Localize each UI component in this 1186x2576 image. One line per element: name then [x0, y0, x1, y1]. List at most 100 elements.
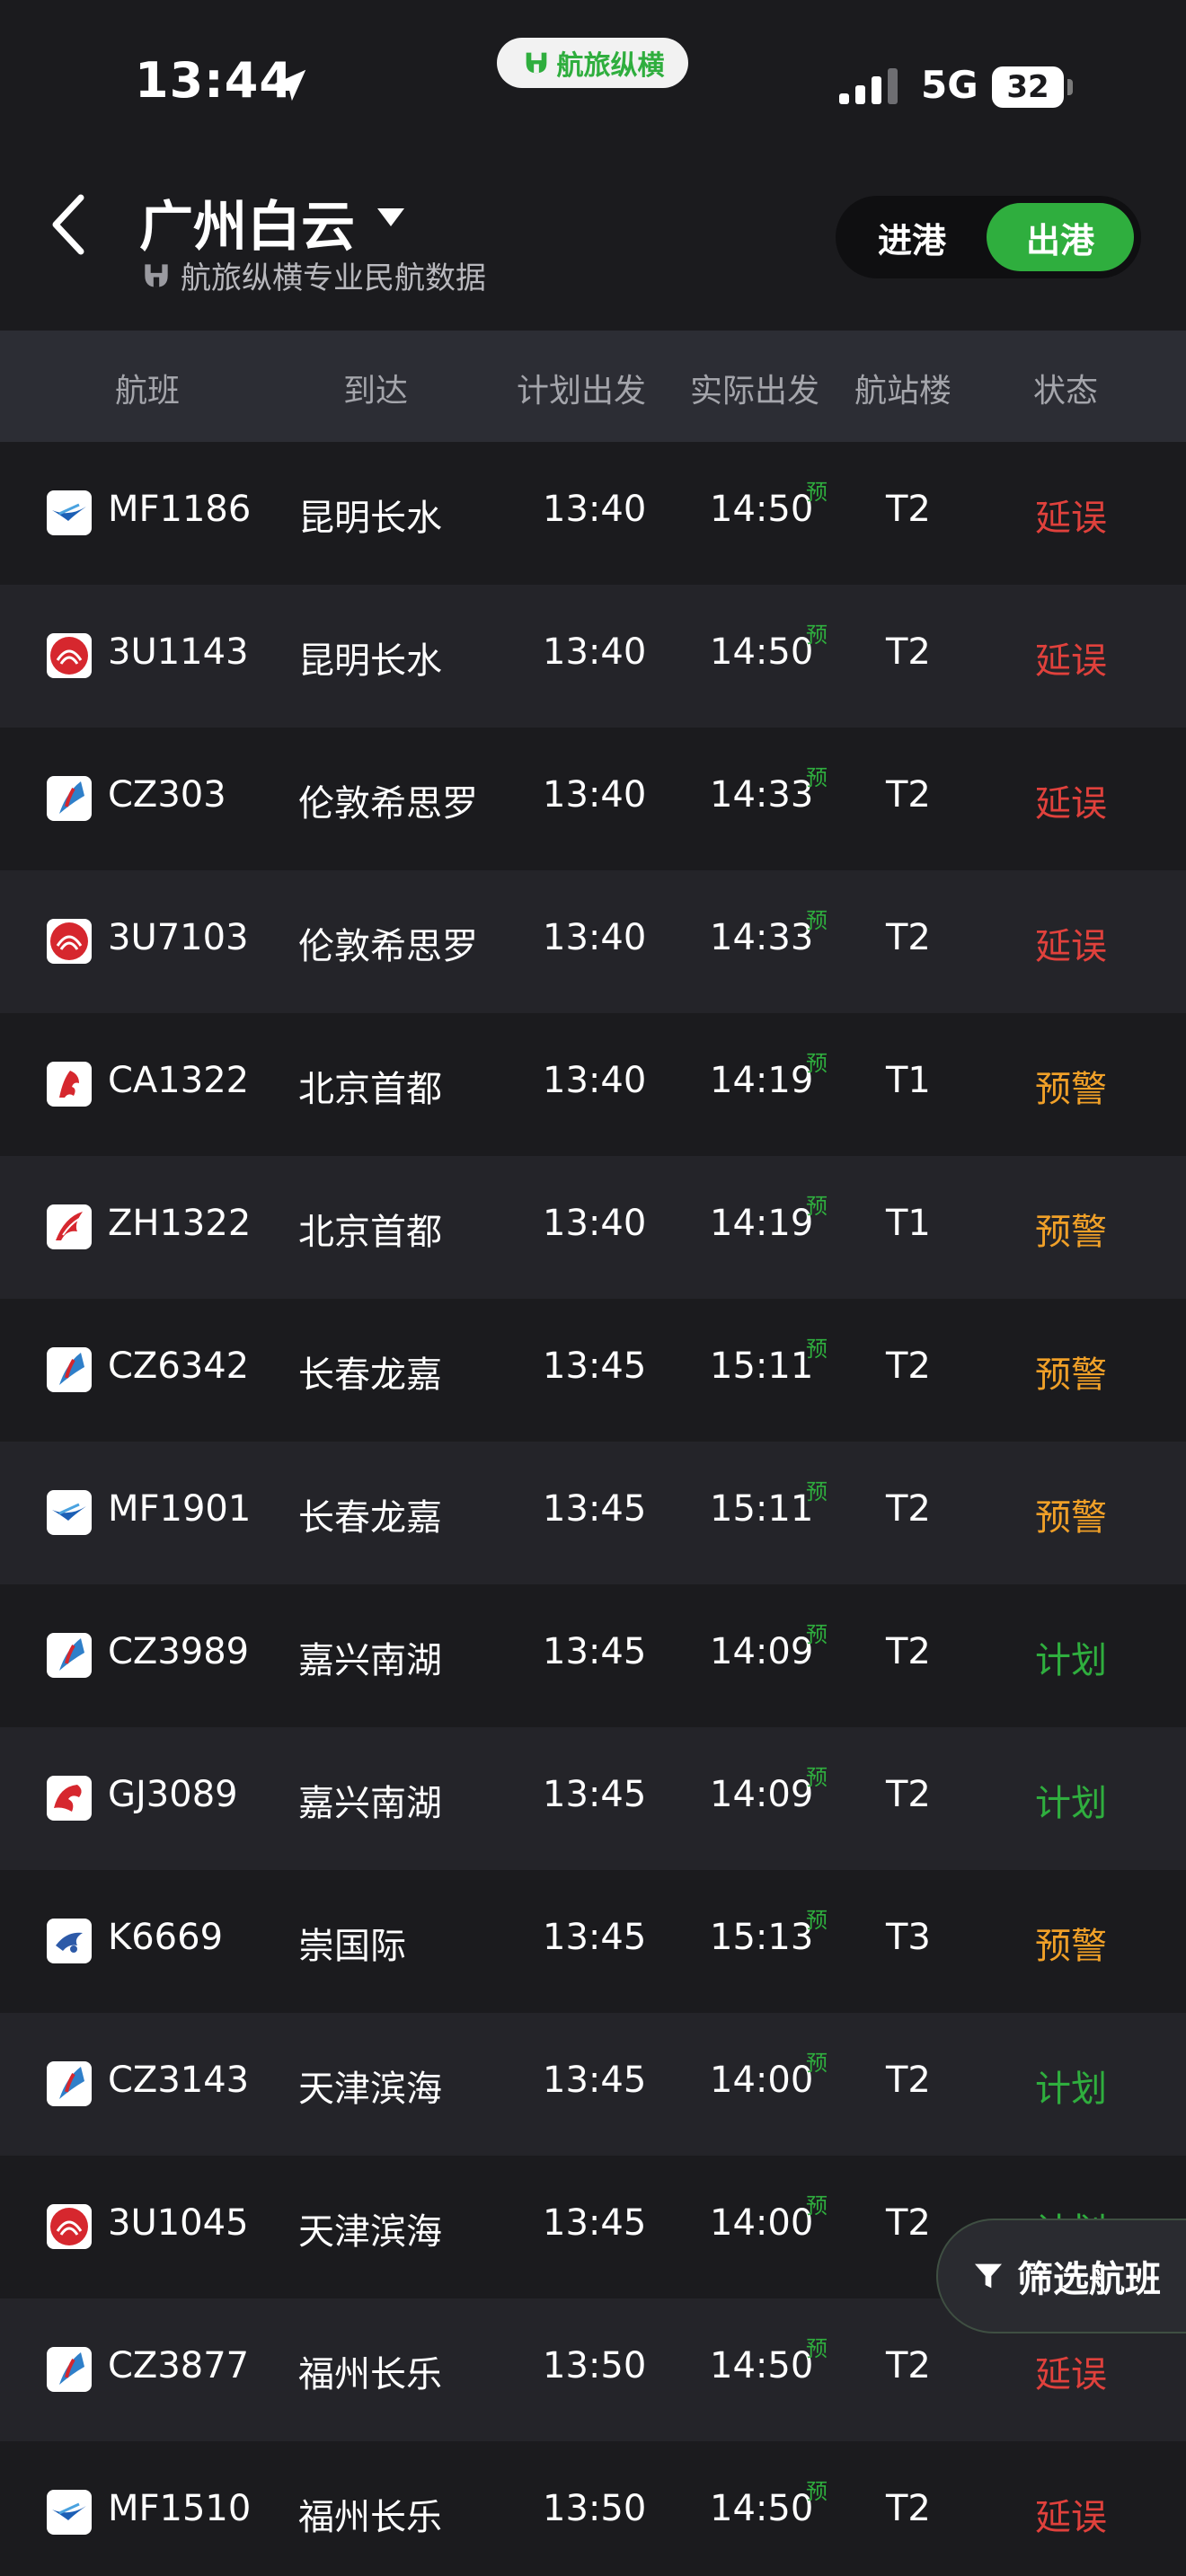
estimated-marker: 预 [806, 2051, 828, 2076]
flight-number: 3U1045 [108, 2202, 249, 2244]
tab-arrivals[interactable]: 进港 [836, 196, 988, 278]
flight-number: GJ3089 [108, 1774, 238, 1815]
scheduled-departure: 13:40 [543, 489, 647, 530]
scheduled-departure: 13:45 [543, 1488, 647, 1530]
destination: 长春龙嘉 [298, 1354, 442, 1396]
table-row[interactable]: CZ3989 嘉兴南湖 13:45 14:09 T2 计划 预 [0, 1584, 1186, 1727]
status-bar: 13:44 航旅纵横 5G 32 [0, 0, 1186, 171]
xiamen-airlines-icon [47, 2490, 92, 2535]
table-row[interactable]: MF1901 长春龙嘉 13:45 15:11 T2 预警 预 [0, 1442, 1186, 1584]
china-southern-icon [47, 1347, 92, 1392]
actual-departure: 14:00 [710, 2202, 814, 2244]
brand-logo-icon [145, 263, 168, 287]
location-arrow-icon [274, 69, 306, 101]
flight-number: ZH1322 [108, 1203, 252, 1244]
flight-number: MF1510 [108, 2488, 252, 2529]
actual-departure: 14:50 [710, 2488, 814, 2529]
brand-pill[interactable]: 航旅纵横 [497, 38, 688, 88]
estimated-marker: 预 [806, 1479, 828, 1504]
destination: 福州长乐 [298, 2354, 442, 2395]
terminal: T2 [886, 2488, 931, 2529]
flight-board-page: 13:44 航旅纵横 5G 32 广州白云 航旅纵横专业民航数据 进港 出港 航… [0, 0, 1186, 2576]
brand-logo-icon [526, 52, 546, 74]
scheduled-departure: 13:50 [543, 2345, 647, 2386]
table-row[interactable]: GJ3089 嘉兴南湖 13:45 14:09 T2 计划 预 [0, 1727, 1186, 1870]
flight-number: CZ303 [108, 774, 226, 816]
terminal: T2 [886, 1345, 931, 1387]
col-actual: 实际出发 [690, 373, 820, 410]
flight-number: CZ3877 [108, 2345, 250, 2386]
terminal: T2 [886, 917, 931, 958]
destination: 嘉兴南湖 [298, 1640, 442, 1681]
table-row[interactable]: ZH1322 北京首都 13:40 14:19 T1 预警 预 [0, 1156, 1186, 1299]
estimated-marker: 预 [806, 765, 828, 790]
terminal: T2 [886, 631, 931, 673]
filter-flights-button[interactable]: 筛选航班 [936, 2219, 1186, 2333]
scheduled-departure: 13:45 [543, 1631, 647, 1672]
table-row[interactable]: CZ6342 长春龙嘉 13:45 15:11 T2 预警 预 [0, 1299, 1186, 1442]
status-badge: 预警 [1035, 1497, 1107, 1539]
flight-number: CZ6342 [108, 1345, 250, 1387]
flight-number: CA1322 [108, 1060, 250, 1101]
terminal: T2 [886, 1774, 931, 1815]
col-status: 状态 [1033, 373, 1099, 410]
table-row[interactable]: CA1322 北京首都 13:40 14:19 T1 预警 预 [0, 1013, 1186, 1156]
table-row[interactable]: MF1510 福州长乐 13:50 14:50 T2 延误 预 [0, 2441, 1186, 2576]
destination: 北京首都 [298, 1069, 442, 1110]
status-badge: 预警 [1035, 1069, 1107, 1110]
airport-title[interactable]: 广州白云 [139, 183, 355, 261]
header: 广州白云 航旅纵横专业民航数据 进港 出港 [0, 171, 1186, 332]
caret-down-icon[interactable] [376, 205, 406, 230]
estimated-marker: 预 [806, 908, 828, 933]
table-row[interactable]: 3U1143 昆明长水 13:40 14:50 T2 延误 预 [0, 585, 1186, 728]
flight-number: CZ3989 [108, 1631, 250, 1672]
terminal: T2 [886, 1488, 931, 1530]
brand-name: 航旅纵横 [556, 50, 665, 82]
flight-number: CZ3143 [108, 2060, 250, 2101]
actual-departure: 14:19 [710, 1060, 814, 1101]
flight-number: 3U1143 [108, 631, 249, 673]
estimated-marker: 预 [806, 1765, 828, 1790]
back-chevron-icon[interactable] [43, 189, 97, 260]
scheduled-departure: 13:45 [543, 1917, 647, 1958]
destination: 崇国际 [298, 1926, 406, 1967]
scheduled-departure: 13:50 [543, 2488, 647, 2529]
table-row[interactable]: MF1186 昆明长水 13:40 14:50 T2 延误 预 [0, 442, 1186, 585]
actual-departure: 14:00 [710, 2060, 814, 2101]
status-badge: 延误 [1035, 640, 1107, 682]
table-row[interactable]: CZ3143 天津滨海 13:45 14:00 T2 计划 预 [0, 2013, 1186, 2156]
table-row[interactable]: K6669 崇国际 13:45 15:13 T3 预警 预 [0, 1870, 1186, 2013]
filter-funnel-icon [975, 2263, 1002, 2289]
scheduled-departure: 13:45 [543, 1345, 647, 1387]
scheduled-departure: 13:45 [543, 1774, 647, 1815]
flight-number: K6669 [108, 1917, 224, 1958]
destination: 伦敦希思罗 [298, 926, 478, 967]
table-row[interactable]: 3U7103 伦敦希思罗 13:40 14:33 T2 延误 预 [0, 870, 1186, 1013]
estimated-marker: 预 [806, 1051, 828, 1076]
sichuan-airlines-icon [47, 633, 92, 678]
actual-departure: 15:13 [710, 1917, 814, 1958]
subtitle-text: 航旅纵横专业民航数据 [181, 260, 486, 296]
terminal: T2 [886, 774, 931, 816]
xiamen-airlines-icon [47, 1490, 92, 1535]
estimated-marker: 预 [806, 1194, 828, 1219]
estimated-marker: 预 [806, 1622, 828, 1647]
scheduled-departure: 13:40 [543, 1060, 647, 1101]
filter-label: 筛选航班 [1017, 2259, 1161, 2300]
scheduled-departure: 13:40 [543, 631, 647, 673]
table-row[interactable]: CZ303 伦敦希思罗 13:40 14:33 T2 延误 预 [0, 728, 1186, 870]
terminal: T1 [886, 1203, 931, 1244]
actual-departure: 15:11 [710, 1488, 814, 1530]
destination: 北京首都 [298, 1212, 442, 1253]
tab-departures[interactable]: 出港 [987, 203, 1134, 271]
air-china-icon [47, 1062, 92, 1107]
terminal: T2 [886, 1631, 931, 1672]
scheduled-departure: 13:45 [543, 2202, 647, 2244]
col-scheduled: 计划出发 [517, 373, 647, 410]
estimated-marker: 预 [806, 2336, 828, 2361]
destination: 天津滨海 [298, 2069, 442, 2110]
subtitle-row: 航旅纵横专业民航数据 [139, 253, 486, 297]
destination: 昆明长水 [298, 498, 442, 539]
destination: 昆明长水 [298, 640, 442, 682]
estimated-marker: 预 [806, 2193, 828, 2219]
